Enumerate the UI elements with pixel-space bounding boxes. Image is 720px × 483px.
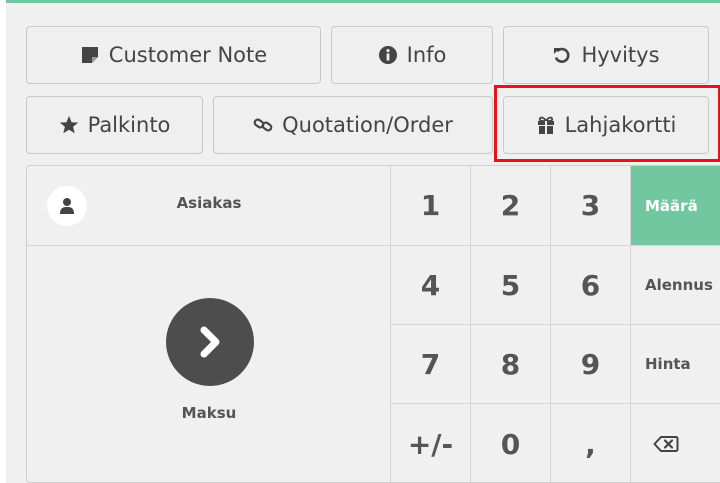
note-icon (81, 47, 98, 63)
payment-circle (166, 298, 254, 386)
key-5[interactable]: 5 (471, 246, 551, 325)
refund-button[interactable]: Hyvitys (503, 26, 709, 84)
undo-icon (554, 47, 570, 63)
customer-button[interactable]: Asiakas (27, 166, 391, 246)
key-6[interactable]: 6 (551, 246, 631, 325)
reward-label: Palkinto (87, 113, 171, 137)
refund-label: Hyvitys (581, 43, 660, 67)
backspace-button[interactable] (631, 404, 720, 482)
control-panel: Customer Note Info Hyvitys Palkinto Quot… (6, 0, 720, 483)
key-2[interactable]: 2 (471, 166, 551, 246)
mode-discount-button[interactable]: Alennus (631, 246, 720, 325)
gift-card-label: Lahjakortti (564, 113, 677, 137)
customer-note-button[interactable]: Customer Note (26, 26, 321, 84)
key-4[interactable]: 4 (391, 246, 471, 325)
gift-icon (537, 116, 554, 134)
info-icon (378, 46, 397, 64)
star-icon (59, 116, 78, 134)
quotation-order-label: Quotation/Order (282, 113, 453, 137)
key-plus-minus[interactable]: +/- (391, 404, 471, 482)
info-label: Info (406, 43, 447, 67)
customer-note-label: Customer Note (108, 43, 268, 67)
mode-quantity-button[interactable]: Määrä (631, 166, 720, 246)
chevron-right-icon (200, 326, 220, 358)
quotation-order-button[interactable]: Quotation/Order (213, 96, 493, 154)
key-3[interactable]: 3 (551, 166, 631, 246)
reward-button[interactable]: Palkinto (26, 96, 203, 154)
numpad-grid: Asiakas Maksu 1 2 3 Määrä 4 5 6 Alennus … (26, 165, 720, 483)
key-8[interactable]: 8 (471, 325, 551, 404)
info-button[interactable]: Info (331, 26, 493, 84)
payment-button[interactable]: Maksu (27, 246, 391, 482)
backspace-icon (653, 436, 679, 452)
mode-price-button[interactable]: Hinta (631, 325, 720, 404)
key-7[interactable]: 7 (391, 325, 471, 404)
key-decimal[interactable]: , (551, 404, 631, 482)
key-0[interactable]: 0 (471, 404, 551, 482)
customer-label: Asiakas (176, 194, 242, 212)
payment-label: Maksu (181, 404, 237, 422)
key-1[interactable]: 1 (391, 166, 471, 246)
gift-card-button[interactable]: Lahjakortti (503, 96, 709, 154)
link-icon (253, 118, 273, 132)
key-9[interactable]: 9 (551, 325, 631, 404)
